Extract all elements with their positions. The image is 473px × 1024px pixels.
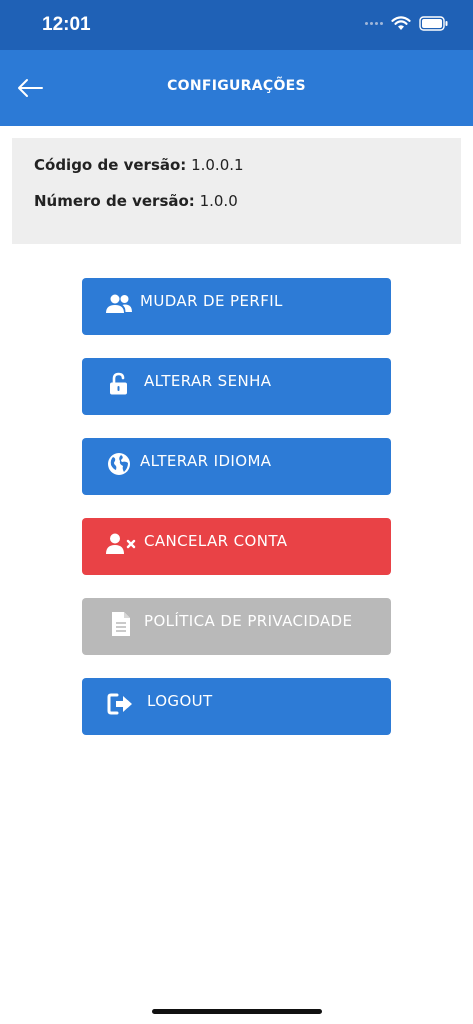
battery-icon xyxy=(419,16,448,31)
change-profile-label: MUDAR DE PERFIL xyxy=(140,292,283,310)
signal-icon xyxy=(365,22,383,25)
cancel-account-label: CANCELAR CONTA xyxy=(144,532,288,550)
status-bar: 12:01 xyxy=(0,0,473,50)
change-language-label: ALTERAR IDIOMA xyxy=(140,452,272,470)
privacy-policy-label: POLÍTICA DE PRIVACIDADE xyxy=(144,612,353,630)
cancel-account-button[interactable]: CANCELAR CONTA xyxy=(82,518,391,575)
sign-out-icon xyxy=(104,692,138,716)
change-password-label: ALTERAR SENHA xyxy=(144,372,272,390)
wifi-icon xyxy=(391,16,411,30)
logout-label: LOGOUT xyxy=(147,692,213,710)
change-profile-button[interactable]: MUDAR DE PERFIL xyxy=(82,278,391,335)
user-remove-icon xyxy=(104,532,138,556)
unlock-icon xyxy=(104,372,134,396)
status-icons xyxy=(365,16,449,31)
app-header: CONFIGURAÇÕES xyxy=(0,50,473,126)
version-number-value: 1.0.0 xyxy=(199,192,238,210)
change-language-button[interactable]: ALTERAR IDIOMA xyxy=(82,438,391,495)
version-code-label: Código de versão: xyxy=(34,156,187,174)
globe-icon xyxy=(104,452,134,476)
page-title: CONFIGURAÇÕES xyxy=(167,78,306,94)
version-number-row: Número de versão: 1.0.0 xyxy=(34,192,439,228)
privacy-policy-button[interactable]: POLÍTICA DE PRIVACIDADE xyxy=(82,598,391,655)
users-icon xyxy=(104,292,134,316)
version-info-card: Código de versão: 1.0.0.1 Número de vers… xyxy=(12,138,461,244)
change-password-button[interactable]: ALTERAR SENHA xyxy=(82,358,391,415)
logout-button[interactable]: LOGOUT xyxy=(82,678,391,735)
version-number-label: Número de versão: xyxy=(34,192,195,210)
document-icon xyxy=(104,612,138,636)
version-code-row: Código de versão: 1.0.0.1 xyxy=(34,156,439,192)
status-time: 12:01 xyxy=(42,14,91,35)
version-code-value: 1.0.0.1 xyxy=(191,156,244,174)
home-indicator[interactable] xyxy=(152,1009,322,1014)
